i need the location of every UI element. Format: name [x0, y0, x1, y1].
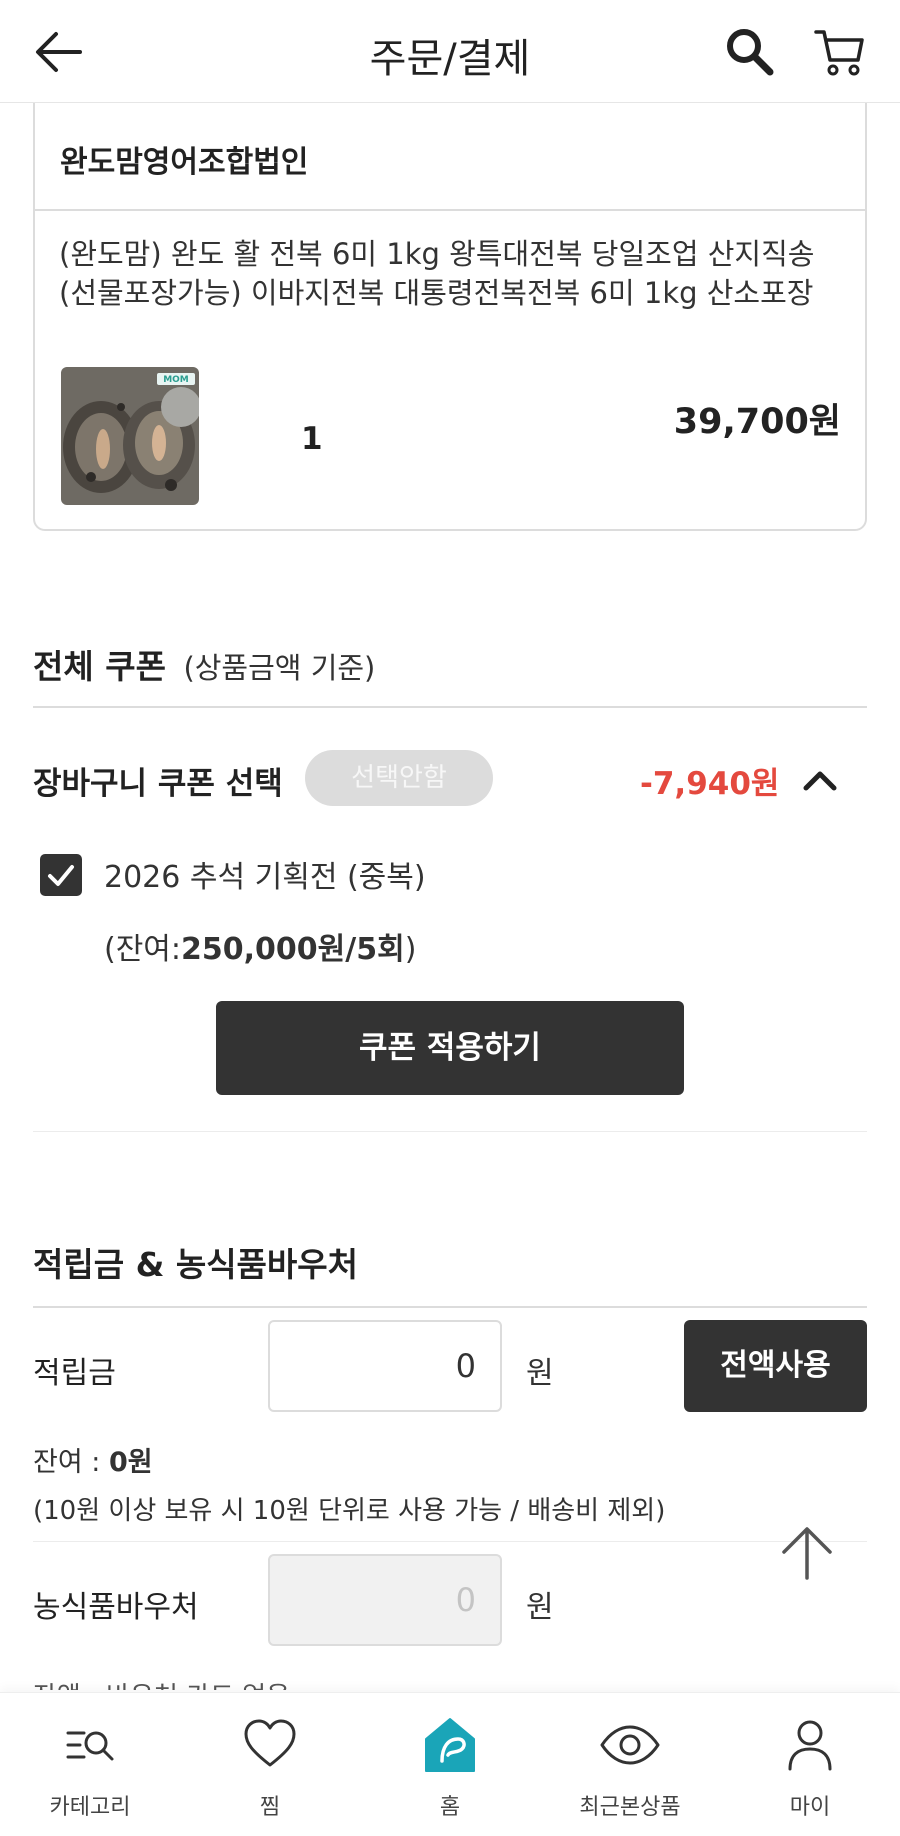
voucher-input: 0	[268, 1554, 502, 1646]
points-remain-prefix: 잔여 :	[33, 1447, 109, 1478]
nav-wishlist-label: 찜	[259, 1795, 281, 1820]
use-all-points-button[interactable]: 전액사용	[684, 1320, 867, 1412]
points-usage-note: (10원 이상 보유 시 10원 단위로 사용 가능 / 배송비 제외)	[33, 1496, 666, 1526]
nav-home-label: 홈	[439, 1795, 461, 1820]
eye-icon	[600, 1725, 660, 1765]
voucher-unit: 원	[526, 1590, 554, 1625]
coupon-discount-amount: -7,940원	[640, 766, 780, 802]
home-icon	[425, 1718, 475, 1772]
seller-name: 완도맘영어조합법인	[60, 145, 309, 180]
nav-wishlist[interactable]: 찜	[180, 1693, 360, 1836]
coupon-remain-prefix: (잔여:	[104, 932, 182, 967]
coupon-select-none-pill[interactable]: 선택안함	[305, 750, 493, 806]
points-unit: 원	[526, 1356, 554, 1391]
top-app-bar: 주문/결제	[0, 0, 900, 103]
points-label: 적립금	[33, 1356, 116, 1391]
coupon-section-divider	[33, 706, 867, 708]
person-icon	[788, 1720, 832, 1771]
coupon-title: 전체 쿠폰	[33, 647, 166, 686]
nav-recent[interactable]: 최근본상품	[540, 1693, 720, 1836]
cart-coupon-label: 장바구니 쿠폰 선택	[33, 766, 283, 802]
quantity: 1	[301, 421, 323, 457]
apply-coupon-button[interactable]: 쿠폰 적용하기	[216, 1001, 684, 1095]
coupon-item-name[interactable]: 2026 추석 기획전 (중복)	[104, 852, 426, 896]
coupon-remain-value: 250,000원/5회	[181, 932, 405, 967]
search-icon[interactable]	[722, 24, 778, 80]
voucher-remaining-partial: 잔액 : 바우처 카드 없음	[33, 1676, 290, 1690]
abalone-image: MOM	[61, 367, 199, 505]
section-divider	[33, 1131, 867, 1132]
voucher-label: 농식품바우처	[33, 1590, 199, 1625]
nav-my[interactable]: 마이	[720, 1693, 900, 1836]
coupon-subtitle: (상품금액 기준)	[183, 651, 376, 685]
scroll-to-top-icon[interactable]	[776, 1522, 838, 1584]
chevron-up-icon[interactable]	[800, 762, 840, 796]
coupon-remaining: (잔여:250,000원/5회)	[104, 924, 416, 968]
nav-home[interactable]: 홈	[360, 1693, 540, 1836]
coupon-checkbox[interactable]	[40, 854, 82, 896]
heart-icon	[244, 1719, 296, 1767]
points-remaining: 잔여 : 0원	[33, 1440, 153, 1479]
bottom-navigation: 카테고리 찜 홈 최근본상품 마이	[0, 1692, 900, 1836]
points-input[interactable]: 0	[268, 1320, 502, 1412]
item-price: 39,700원	[673, 402, 841, 442]
points-section-divider	[33, 1306, 867, 1308]
points-section-title: 적립금 & 농식품바우처	[33, 1245, 358, 1284]
card-divider	[35, 209, 865, 211]
voucher-divider	[33, 1541, 867, 1542]
nav-recent-label: 최근본상품	[579, 1795, 681, 1820]
product-thumbnail[interactable]: MOM	[61, 367, 199, 505]
svg-text:MOM: MOM	[163, 375, 189, 385]
points-remain-value: 0원	[108, 1447, 153, 1478]
checkmark-icon	[48, 865, 74, 886]
nav-my-label: 마이	[789, 1795, 831, 1820]
product-name[interactable]: (완도맘) 완도 활 전복 6미 1kg 왕특대전복 당일조업 산지직송 (선물…	[59, 235, 849, 313]
cart-icon[interactable]	[812, 24, 868, 80]
nav-category[interactable]: 카테고리	[0, 1693, 180, 1836]
order-item-card: 완도맘영어조합법인 (완도맘) 완도 활 전복 6미 1kg 왕특대전복 당일조…	[33, 103, 867, 531]
coupon-remain-suffix: )	[404, 932, 417, 967]
nav-category-label: 카테고리	[49, 1795, 131, 1820]
category-search-icon	[66, 1731, 114, 1761]
coupon-section-title: 전체 쿠폰 (상품금액 기준)	[33, 640, 375, 688]
